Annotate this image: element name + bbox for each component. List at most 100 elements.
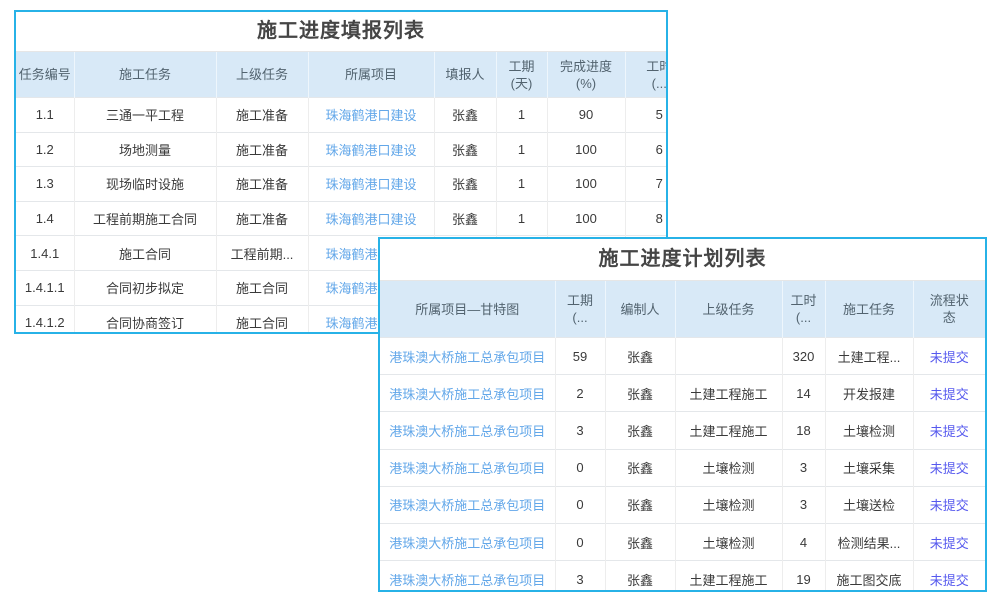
cell-task: 三通一平工程 xyxy=(106,108,184,123)
column-label: 工期 xyxy=(508,59,534,74)
table-cell: 0 xyxy=(555,523,605,560)
cell-project[interactable]: 珠海鹤港口建设 xyxy=(325,143,416,158)
cell-task: 土壤采集 xyxy=(843,461,895,476)
cell-hours: 3 xyxy=(800,497,807,512)
cell-reporter: 张鑫 xyxy=(452,177,478,192)
plan-list-header: 所属项目—甘特图 工期(... 编制人 上级任务 工时(... 施工任务 流程状… xyxy=(380,281,985,338)
table-cell: 土壤检测 xyxy=(825,412,913,449)
table-cell: 施工准备 xyxy=(216,167,308,202)
cell-project-gantt[interactable]: 港珠澳大桥施工总承包项目 xyxy=(389,350,545,365)
cell-project-gantt[interactable]: 港珠澳大桥施工总承包项目 xyxy=(389,387,545,402)
column-label: 填报人 xyxy=(445,67,484,82)
cell-hours: 7 xyxy=(656,176,663,191)
cell-project-gantt[interactable]: 港珠澳大桥施工总承包项目 xyxy=(389,573,545,588)
fill-report-header: 任务编号 施工任务 上级任务 所属项目 填报人 工期(天) 完成进度(%) 工时… xyxy=(16,52,668,98)
table-cell: 张鑫 xyxy=(605,338,675,375)
cell-task: 开发报建 xyxy=(843,387,895,402)
cell-status[interactable]: 未提交 xyxy=(930,498,969,513)
column-label-line2: (... xyxy=(556,309,605,326)
cell-reporter: 张鑫 xyxy=(452,108,478,123)
table-cell: 土壤检测 xyxy=(675,486,782,523)
table-cell: 施工合同 xyxy=(216,305,308,334)
table-cell: 工程前期... xyxy=(216,236,308,271)
cell-compiler: 张鑫 xyxy=(627,424,653,439)
table-cell: 珠海鹤港口建设 xyxy=(308,201,434,236)
table-cell: 1 xyxy=(496,201,547,236)
column-header-task: 施工任务 xyxy=(825,281,913,338)
table-row: 1.4工程前期施工合同施工准备珠海鹤港口建设张鑫11008 xyxy=(16,201,668,236)
table-cell: 场地测量 xyxy=(74,132,216,167)
table-cell: 开发报建 xyxy=(825,375,913,412)
table-cell: 3 xyxy=(555,561,605,592)
cell-project-gantt[interactable]: 港珠澳大桥施工总承包项目 xyxy=(389,536,545,551)
cell-project[interactable]: 珠海鹤港口建设 xyxy=(325,177,416,192)
cell-task: 土壤检测 xyxy=(843,424,895,439)
cell-status[interactable]: 未提交 xyxy=(930,536,969,551)
cell-status[interactable]: 未提交 xyxy=(930,461,969,476)
column-header-task: 施工任务 xyxy=(74,52,216,98)
table-cell: 4 xyxy=(782,523,825,560)
table-row: 港珠澳大桥施工总承包项目3张鑫土建工程施工18土壤检测未提交 xyxy=(380,412,985,449)
table-cell: 张鑫 xyxy=(605,449,675,486)
cell-parent-task: 土壤检测 xyxy=(702,536,754,551)
table-row: 港珠澳大桥施工总承包项目3张鑫土建工程施工19施工图交底未提交 xyxy=(380,561,985,592)
table-cell: 施工准备 xyxy=(216,132,308,167)
table-cell: 0 xyxy=(555,486,605,523)
cell-task-no: 1.4.1.2 xyxy=(25,315,65,330)
cell-project-gantt[interactable]: 港珠澳大桥施工总承包项目 xyxy=(389,498,545,513)
cell-task-no: 1.4 xyxy=(36,211,54,226)
cell-task-no: 1.2 xyxy=(36,142,54,157)
cell-progress: 100 xyxy=(575,176,597,191)
table-row: 1.3现场临时设施施工准备珠海鹤港口建设张鑫11007 xyxy=(16,167,668,202)
table-cell: 港珠澳大桥施工总承包项目 xyxy=(380,486,555,523)
column-header-status: 流程状态 xyxy=(913,281,985,338)
cell-task-no: 1.1 xyxy=(36,107,54,122)
table-cell: 未提交 xyxy=(913,375,985,412)
cell-status[interactable]: 未提交 xyxy=(930,350,969,365)
table-row: 港珠澳大桥施工总承包项目2张鑫土建工程施工14开发报建未提交 xyxy=(380,375,985,412)
column-header-work-hours: 工时(... xyxy=(782,281,825,338)
cell-duration: 0 xyxy=(576,460,583,475)
table-cell: 未提交 xyxy=(913,449,985,486)
cell-project[interactable]: 珠海鹤港口建设 xyxy=(325,212,416,227)
cell-project-gantt[interactable]: 港珠澳大桥施工总承包项目 xyxy=(389,424,545,439)
cell-duration: 59 xyxy=(573,349,587,364)
cell-status[interactable]: 未提交 xyxy=(930,387,969,402)
table-cell: 1.4 xyxy=(16,201,74,236)
plan-list-table: 所属项目—甘特图 工期(... 编制人 上级任务 工时(... 施工任务 流程状… xyxy=(380,281,985,592)
table-cell: 90 xyxy=(547,98,625,133)
column-label-line2: (%) xyxy=(548,75,625,92)
cell-task: 土壤送检 xyxy=(843,498,895,513)
table-cell: 8 xyxy=(625,201,668,236)
table-cell: 100 xyxy=(547,132,625,167)
cell-compiler: 张鑫 xyxy=(627,350,653,365)
column-label: 上级任务 xyxy=(236,67,288,82)
table-cell: 港珠澳大桥施工总承包项目 xyxy=(380,338,555,375)
table-cell: 7 xyxy=(625,167,668,202)
table-cell: 合同初步拟定 xyxy=(74,270,216,305)
column-label: 所属项目 xyxy=(345,67,397,82)
page: { "page": { "background": "#ffffff" }, "… xyxy=(0,0,1000,600)
cell-task: 合同协商签订 xyxy=(106,316,184,331)
cell-project[interactable]: 珠海鹤港口建设 xyxy=(325,108,416,123)
cell-project-gantt[interactable]: 港珠澳大桥施工总承包项目 xyxy=(389,461,545,476)
cell-task: 土建工程... xyxy=(838,350,901,365)
cell-parent-task: 施工准备 xyxy=(236,212,288,227)
table-cell: 施工准备 xyxy=(216,98,308,133)
column-label: 流程状态 xyxy=(928,292,970,326)
table-row: 港珠澳大桥施工总承包项目0张鑫土壤检测3土壤采集未提交 xyxy=(380,449,985,486)
cell-status[interactable]: 未提交 xyxy=(930,424,969,439)
table-cell: 0 xyxy=(555,449,605,486)
table-row: 1.1三通一平工程施工准备珠海鹤港口建设张鑫1905 xyxy=(16,98,668,133)
table-cell: 18 xyxy=(782,412,825,449)
table-cell: 1.3 xyxy=(16,167,74,202)
cell-status[interactable]: 未提交 xyxy=(930,573,969,588)
cell-parent-task: 施工准备 xyxy=(236,143,288,158)
table-cell: 1.2 xyxy=(16,132,74,167)
column-label-line2: (... xyxy=(783,309,825,326)
cell-hours: 14 xyxy=(796,386,810,401)
table-cell: 港珠澳大桥施工总承包项目 xyxy=(380,375,555,412)
table-cell: 张鑫 xyxy=(434,132,496,167)
column-header-progress-percent: 完成进度(%) xyxy=(547,52,625,98)
table-cell: 珠海鹤港口建设 xyxy=(308,132,434,167)
